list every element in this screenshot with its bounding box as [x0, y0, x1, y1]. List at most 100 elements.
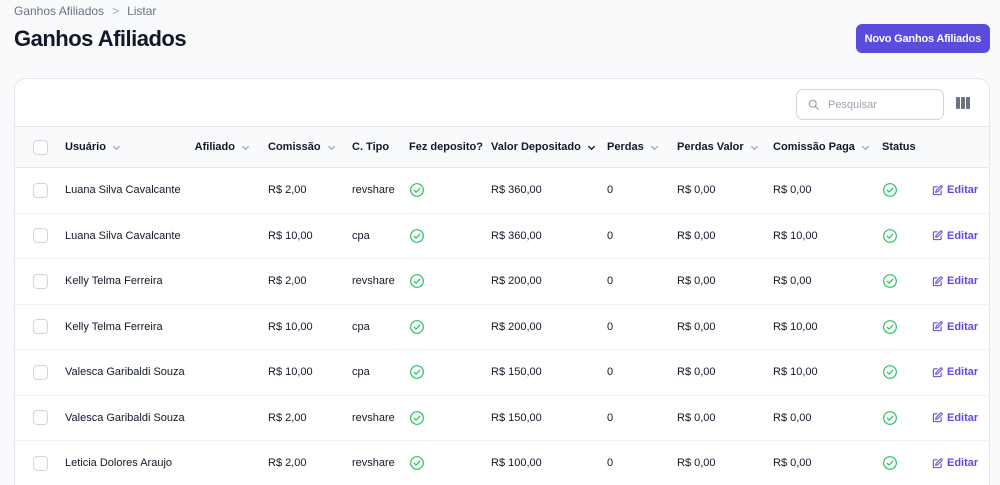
cell-valor-depositado: R$ 200,00 — [491, 320, 542, 333]
edit-button[interactable]: Editar — [932, 320, 989, 333]
edit-icon — [932, 276, 943, 286]
cell-comissao: R$ 2,00 — [268, 457, 307, 470]
table-body: Luana Silva Cavalcante R$ 2,00 revshare … — [15, 168, 989, 485]
edit-button[interactable]: Editar — [932, 366, 989, 378]
cell-comissao: R$ 10,00 — [268, 320, 313, 333]
columns-icon[interactable] — [956, 97, 970, 109]
edit-button[interactable]: Editar — [932, 457, 989, 469]
col-comissao[interactable]: Comissão — [268, 127, 352, 168]
edit-label: Editar — [947, 411, 979, 424]
edit-icon — [932, 321, 943, 332]
row-checkbox[interactable] — [33, 228, 48, 244]
deposit-check-icon — [410, 456, 424, 471]
col-usuario[interactable]: Usuário — [65, 127, 175, 168]
cell-comissao-paga: R$ 10,00 — [773, 366, 818, 379]
chevron-down-icon — [861, 145, 869, 150]
cell-valor-depositado: R$ 360,00 — [491, 184, 542, 197]
earnings-table: Usuário Afiliado Comissão C. Tipo Fez de… — [15, 126, 989, 485]
cell-c-tipo: cpa — [352, 320, 370, 333]
cell-comissao-paga: R$ 0,00 — [773, 411, 812, 424]
search-box[interactable] — [796, 89, 944, 120]
row-checkbox[interactable] — [33, 182, 48, 198]
cell-valor-depositado: R$ 150,00 — [491, 411, 542, 424]
col-fez-deposito: Fez deposito? — [409, 141, 483, 153]
cell-usuario: Kelly Telma Ferreira — [65, 275, 163, 288]
cell-perdas-valor: R$ 0,00 — [677, 229, 716, 242]
cell-perdas: 0 — [607, 366, 614, 379]
edit-label: Editar — [947, 229, 979, 242]
search-input[interactable] — [828, 98, 928, 111]
cell-comissao-paga: R$ 0,00 — [773, 184, 812, 197]
cell-perdas-valor: R$ 0,00 — [677, 275, 716, 288]
cell-comissao-paga: R$ 0,00 — [773, 275, 812, 288]
cell-perdas-valor: R$ 0,00 — [677, 411, 716, 424]
cell-comissao: R$ 10,00 — [268, 229, 313, 242]
cell-usuario: Valesca Garibaldi Souza — [65, 411, 185, 424]
col-comissao-paga[interactable]: Comissão Paga — [773, 127, 882, 168]
cell-comissao: R$ 2,00 — [268, 411, 307, 424]
edit-icon — [932, 367, 943, 377]
cell-c-tipo: revshare — [352, 184, 395, 197]
cell-usuario: Luana Silva Cavalcante — [65, 184, 181, 197]
cell-perdas: 0 — [607, 275, 614, 288]
cell-perdas-valor: R$ 0,00 — [677, 320, 716, 333]
breadcrumb: Ganhos Afiliados > Listar — [14, 4, 156, 18]
status-check-icon — [883, 410, 897, 425]
row-checkbox[interactable] — [33, 410, 48, 426]
edit-button[interactable]: Editar — [932, 229, 989, 242]
cell-c-tipo: cpa — [352, 229, 370, 242]
table-row: Valesca Garibaldi Souza R$ 10,00 cpa R$ … — [15, 350, 989, 395]
col-afiliado[interactable]: Afiliado — [175, 127, 268, 168]
cell-valor-depositado: R$ 100,00 — [491, 457, 542, 470]
search-icon — [808, 99, 819, 110]
row-checkbox[interactable] — [33, 455, 48, 471]
cell-usuario: Valesca Garibaldi Souza — [65, 366, 185, 379]
cell-c-tipo: revshare — [352, 275, 395, 288]
new-ganhos-afiliados-button[interactable]: Novo Ganhos Afiliados — [855, 24, 990, 53]
edit-button[interactable]: Editar — [932, 184, 989, 197]
cell-c-tipo: cpa — [352, 366, 370, 379]
cell-afiliado — [175, 304, 268, 350]
breadcrumb-parent-link[interactable]: Ganhos Afiliados — [14, 4, 104, 18]
cell-usuario: Luana Silva Cavalcante — [65, 229, 181, 242]
col-perdas[interactable]: Perdas — [607, 127, 677, 168]
row-checkbox[interactable] — [33, 273, 48, 289]
status-check-icon — [883, 183, 897, 198]
col-valor-depositado[interactable]: Valor Depositado — [491, 127, 607, 168]
edit-button[interactable]: Editar — [932, 411, 989, 424]
edit-label: Editar — [947, 320, 979, 333]
cell-perdas-valor: R$ 0,00 — [677, 184, 716, 197]
status-check-icon — [883, 228, 897, 243]
chevron-down-icon — [650, 145, 658, 150]
cell-valor-depositado: R$ 150,00 — [491, 366, 542, 379]
row-checkbox[interactable] — [33, 319, 48, 335]
status-check-icon — [883, 456, 897, 471]
edit-label: Editar — [947, 184, 979, 197]
deposit-check-icon — [410, 274, 424, 289]
cell-valor-depositado: R$ 360,00 — [491, 229, 542, 242]
cell-afiliado — [175, 259, 268, 305]
page-title: Ganhos Afiliados — [14, 26, 187, 51]
cell-comissao-paga: R$ 0,00 — [773, 457, 812, 470]
col-perdas-valor[interactable]: Perdas Valor — [677, 127, 773, 168]
cell-comissao-paga: R$ 10,00 — [773, 320, 818, 333]
breadcrumb-current: Listar — [127, 4, 157, 18]
deposit-check-icon — [410, 183, 424, 198]
cell-comissao-paga: R$ 10,00 — [773, 229, 818, 242]
select-all-checkbox[interactable] — [33, 139, 48, 155]
edit-button[interactable]: Editar — [932, 275, 989, 287]
status-check-icon — [883, 319, 897, 334]
breadcrumb-separator: > — [112, 4, 120, 18]
cell-usuario: Leticia Dolores Araujo — [65, 457, 173, 470]
chevron-down-icon — [587, 145, 595, 150]
chevron-down-icon — [112, 145, 121, 150]
table-row: Leticia Dolores Araujo R$ 2,00 revshare … — [15, 441, 989, 485]
cell-perdas: 0 — [607, 457, 614, 470]
table-row: Kelly Telma Ferreira R$ 2,00 revshare R$… — [15, 259, 989, 305]
row-checkbox[interactable] — [33, 364, 48, 380]
edit-icon — [932, 412, 943, 423]
chevron-down-icon — [241, 145, 250, 150]
deposit-check-icon — [410, 410, 424, 425]
cell-perdas-valor: R$ 0,00 — [677, 366, 716, 379]
chevron-down-icon — [750, 145, 758, 150]
